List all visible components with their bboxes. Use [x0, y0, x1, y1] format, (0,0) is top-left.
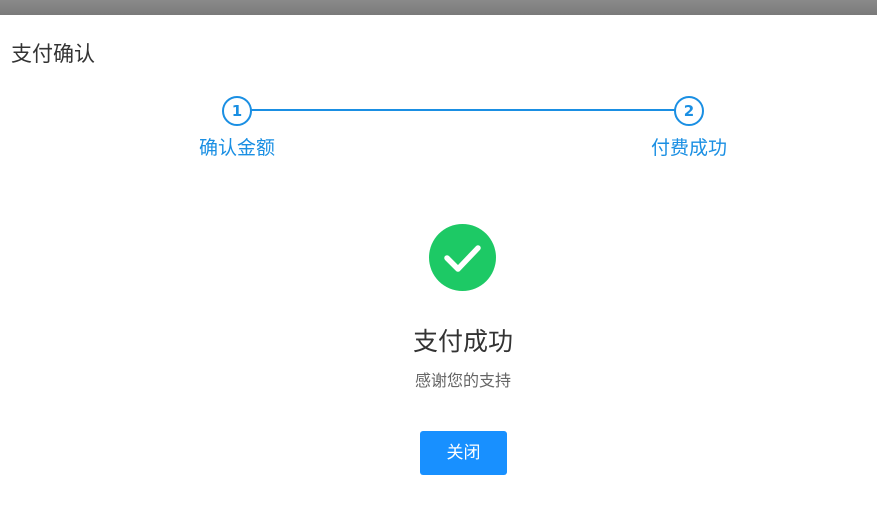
step-connector-line	[250, 109, 675, 111]
step-1-circle: 1	[222, 96, 252, 126]
payment-dialog: 支付确认 1 2 确认金额 付费成功 支付成功 感谢您的支持 关闭	[0, 15, 877, 520]
step-2-label: 付费成功	[650, 137, 727, 159]
close-button[interactable]: 关闭	[420, 431, 507, 475]
steps-indicator: 1 2 确认金额 付费成功	[0, 15, 877, 175]
result-title: 支付成功	[412, 327, 513, 356]
check-circle-icon	[429, 224, 496, 291]
step-1-label: 确认金额	[198, 137, 275, 159]
window-top-bar	[0, 0, 877, 15]
result-subtitle: 感谢您的支持	[414, 371, 511, 390]
step-2-circle: 2	[674, 96, 704, 126]
